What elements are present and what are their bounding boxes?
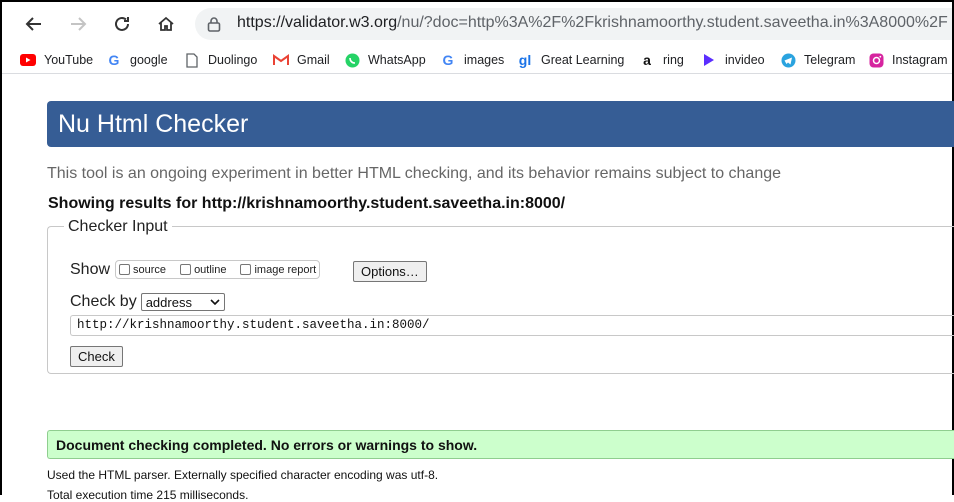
- great-learning-icon: gl: [518, 52, 532, 68]
- check-by-row: Check by address: [70, 293, 225, 311]
- bookmark-label: YouTube: [44, 53, 94, 67]
- amazon-icon: a: [643, 52, 651, 68]
- bookmark-invideo[interactable]: invideo: [701, 50, 765, 70]
- options-button[interactable]: Options…: [353, 261, 427, 282]
- invideo-icon: [701, 52, 717, 68]
- check-by-select[interactable]: address: [140, 293, 225, 311]
- bookmark-label: Great Learning: [541, 53, 625, 67]
- home-icon: [158, 16, 174, 31]
- forward-arrow-icon: [71, 17, 87, 31]
- bookmark-instagram[interactable]: Instagram: [868, 50, 948, 70]
- bookmark-youtube[interactable]: YouTube: [20, 50, 93, 70]
- url-text: https://validator.w3.org/nu/?doc=http%3A…: [237, 14, 948, 32]
- bookmark-images[interactable]: G images: [440, 50, 505, 70]
- telegram-icon: [780, 52, 796, 68]
- address-bar[interactable]: https://validator.w3.org/nu/?doc=http%3A…: [195, 8, 952, 40]
- success-message: Document checking completed. No errors o…: [56, 437, 478, 453]
- source-option[interactable]: source: [119, 264, 166, 276]
- bookmark-label: Instagram: [892, 53, 948, 67]
- check-by-value: address: [145, 294, 192, 310]
- bookmark-great-learning[interactable]: gl Great Learning: [517, 50, 625, 70]
- bookmark-telegram[interactable]: Telegram: [780, 50, 855, 70]
- bookmark-label: Duolingo: [208, 53, 258, 67]
- outline-option-label: outline: [194, 263, 227, 276]
- results-heading: Showing results for http://krishnamoorth…: [48, 195, 566, 212]
- bookmark-google[interactable]: G google: [106, 50, 168, 70]
- home-button[interactable]: [152, 10, 180, 38]
- page-content: Nu Html Checker This tool is an ongoing …: [2, 74, 954, 502]
- bookmark-label: Telegram: [804, 53, 856, 67]
- execution-time: Total execution time 215 milliseconds.: [47, 488, 249, 502]
- bookmarks-bar: YouTube G google Duolingo Gmail WhatsApp…: [2, 46, 952, 74]
- back-arrow-icon: [25, 17, 41, 31]
- back-button[interactable]: [20, 10, 48, 38]
- bookmark-gmail[interactable]: Gmail: [273, 50, 330, 70]
- lock-icon: [207, 17, 221, 32]
- bookmark-label: images: [464, 53, 505, 67]
- instagram-icon: [868, 52, 884, 68]
- outline-option[interactable]: outline: [180, 264, 226, 276]
- parser-note: Used the HTML parser. Externally specifi…: [47, 468, 439, 482]
- show-options-row: Show source outline image report: [70, 260, 321, 279]
- show-options-group: source outline image report: [115, 260, 321, 279]
- image-report-checkbox[interactable]: [240, 264, 252, 275]
- bookmark-label: Gmail: [297, 53, 330, 67]
- google-icon: G: [108, 52, 120, 68]
- source-checkbox[interactable]: [119, 264, 131, 275]
- google-icon: G: [442, 52, 454, 68]
- checker-input-fieldset: Checker Input Show source outline image …: [47, 218, 954, 374]
- image-report-option[interactable]: image report: [240, 264, 316, 276]
- show-label: Show: [70, 260, 111, 278]
- url-host: https://validator.w3.org: [237, 14, 398, 31]
- chevron-down-icon: [210, 299, 220, 305]
- forward-button[interactable]: [64, 10, 92, 38]
- bookmark-label: WhatsApp: [368, 53, 426, 67]
- image-report-option-label: image report: [254, 263, 317, 276]
- gmail-icon: [273, 52, 289, 68]
- browser-toolbar: https://validator.w3.org/nu/?doc=http%3A…: [2, 2, 952, 45]
- whatsapp-icon: [344, 52, 360, 68]
- page-subtitle: This tool is an ongoing experiment in be…: [47, 165, 782, 182]
- success-message-box: Document checking completed. No errors o…: [47, 430, 954, 459]
- reload-icon: [115, 16, 129, 31]
- check-button[interactable]: Check: [70, 346, 123, 367]
- bookmark-duolingo[interactable]: Duolingo: [184, 50, 257, 70]
- title-banner: Nu Html Checker: [47, 101, 954, 147]
- url-path: /nu/?doc=http%3A%2F%2Fkrishnamoorthy.stu…: [397, 14, 948, 31]
- bookmark-whatsapp[interactable]: WhatsApp: [344, 50, 426, 70]
- checker-legend: Checker Input: [64, 218, 172, 236]
- source-option-label: source: [133, 263, 167, 276]
- document-url-input[interactable]: http://krishnamoorthy.student.saveetha.i…: [70, 315, 954, 336]
- document-icon: [184, 52, 200, 68]
- reload-button[interactable]: [108, 10, 136, 38]
- bookmark-label: ring: [663, 53, 684, 67]
- bookmark-label: invideo: [725, 53, 765, 67]
- bookmark-ring[interactable]: a ring: [639, 50, 684, 70]
- youtube-icon: [20, 52, 36, 68]
- bookmark-label: google: [130, 53, 168, 67]
- check-by-label: Check by: [70, 293, 137, 310]
- page-title: Nu Html Checker: [58, 110, 249, 138]
- outline-checkbox[interactable]: [180, 264, 192, 275]
